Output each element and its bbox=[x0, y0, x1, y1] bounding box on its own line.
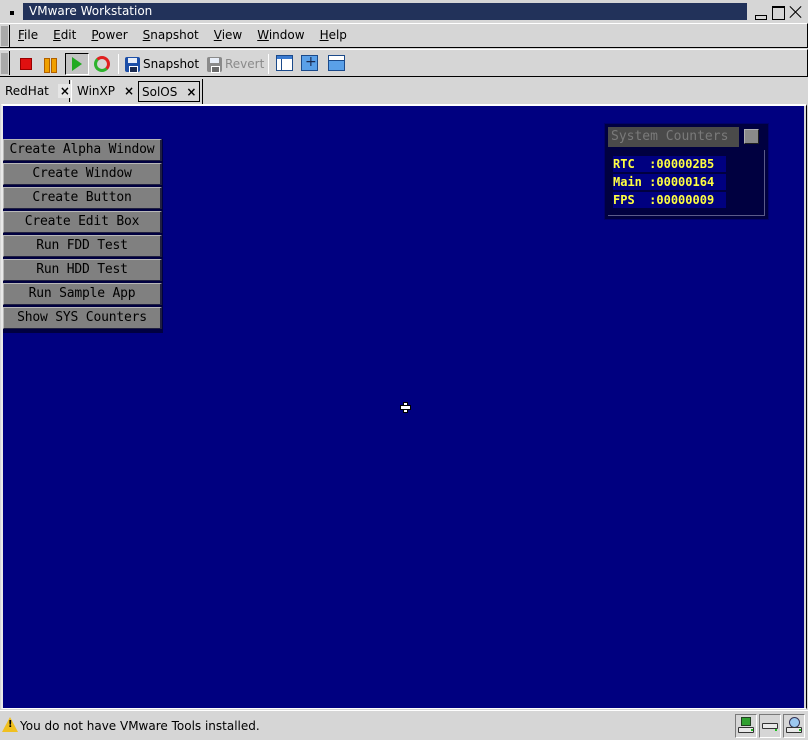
power-on-button[interactable] bbox=[65, 53, 89, 75]
menu-help[interactable]: Help bbox=[320, 28, 347, 43]
menubar-grip-handle[interactable] bbox=[1, 26, 8, 46]
system-counters-window: System Counters RTC :000002B5 Main :0000… bbox=[604, 123, 769, 220]
menu-power[interactable]: Power bbox=[91, 28, 127, 43]
revert-button[interactable]: Revert bbox=[207, 53, 264, 75]
tab-redhat[interactable]: RedHat × bbox=[0, 80, 72, 102]
counter-row-rtc: RTC :000002B5 bbox=[613, 156, 726, 172]
create-edit-box-button[interactable]: Create Edit Box bbox=[3, 211, 162, 233]
close-icon[interactable] bbox=[788, 4, 804, 20]
snapshot-button[interactable]: Snapshot bbox=[125, 53, 199, 75]
title-bar: VMware Workstation bbox=[0, 0, 808, 23]
counter-row-fps: FPS :00000009 bbox=[613, 192, 726, 208]
toolbar: Snapshot Revert bbox=[0, 49, 808, 77]
status-bar: You do not have VMware Tools installed. bbox=[0, 710, 808, 740]
play-icon bbox=[72, 57, 82, 71]
toolbar-separator bbox=[268, 54, 269, 74]
create-alpha-window-button[interactable]: Create Alpha Window bbox=[3, 139, 162, 161]
tab-close-icon[interactable]: × bbox=[124, 84, 134, 98]
create-button-button[interactable]: Create Button bbox=[3, 187, 162, 209]
window-menu-icon[interactable] bbox=[10, 11, 14, 15]
vm-guest-screen[interactable]: Create Alpha Window Create Window Create… bbox=[3, 106, 804, 708]
tab-label: RedHat bbox=[5, 84, 49, 98]
sidebar-icon[interactable] bbox=[276, 55, 293, 71]
run-sample-app-button[interactable]: Run Sample App bbox=[3, 283, 162, 305]
hard-disk-icon[interactable] bbox=[759, 714, 781, 738]
menu-file[interactable]: File bbox=[18, 28, 38, 43]
cdrom-drive-icon[interactable] bbox=[783, 714, 805, 738]
menu-snapshot[interactable]: Snapshot bbox=[143, 28, 199, 43]
menu-bar: File Edit Power Snapshot View Window Hel… bbox=[0, 23, 808, 48]
menu-window[interactable]: Window bbox=[257, 28, 304, 43]
quick-switch-icon[interactable] bbox=[328, 55, 345, 71]
tab-solos[interactable]: SolOS × bbox=[138, 79, 203, 104]
tab-close-icon[interactable]: × bbox=[186, 85, 196, 99]
show-sys-counters-button[interactable]: Show SYS Counters bbox=[3, 307, 162, 329]
pause-icon bbox=[44, 57, 57, 73]
counter-row-main: Main :00000164 bbox=[613, 174, 726, 190]
reset-button[interactable] bbox=[94, 53, 112, 75]
tab-label: WinXP bbox=[77, 84, 115, 98]
snapshot-icon bbox=[125, 56, 140, 73]
tab-label: SolOS bbox=[142, 84, 178, 99]
fullscreen-icon[interactable] bbox=[301, 54, 318, 71]
create-window-button[interactable]: Create Window bbox=[3, 163, 162, 185]
menubar-divider bbox=[9, 25, 10, 47]
counters-body: RTC :000002B5 Main :00000164 FPS :000000… bbox=[608, 150, 765, 216]
window-title: VMware Workstation bbox=[29, 4, 153, 18]
vm-tab-bar: RedHat × WinXP × SolOS × bbox=[0, 78, 808, 104]
floppy-drive-icon[interactable] bbox=[735, 714, 757, 738]
warning-icon bbox=[2, 717, 18, 732]
maximize-icon[interactable] bbox=[770, 4, 786, 20]
reset-icon bbox=[94, 56, 110, 72]
counters-title[interactable]: System Counters bbox=[608, 127, 739, 147]
guest-menu: Create Alpha Window Create Window Create… bbox=[3, 139, 163, 333]
minimize-icon[interactable] bbox=[752, 4, 768, 20]
stop-icon bbox=[20, 58, 32, 70]
menu-edit[interactable]: Edit bbox=[53, 28, 76, 43]
tab-close-icon[interactable]: × bbox=[57, 84, 72, 98]
counters-close-button[interactable] bbox=[744, 129, 759, 144]
suspend-button[interactable] bbox=[42, 53, 58, 75]
status-message: You do not have VMware Tools installed. bbox=[20, 719, 260, 733]
run-hdd-test-button[interactable]: Run HDD Test bbox=[3, 259, 162, 281]
tab-winxp[interactable]: WinXP × bbox=[71, 80, 137, 102]
toolbar-separator bbox=[118, 54, 119, 74]
mouse-cursor-icon bbox=[400, 402, 411, 413]
menu-items: File Edit Power Snapshot View Window Hel… bbox=[18, 28, 362, 43]
revert-icon bbox=[207, 56, 222, 73]
run-fdd-test-button[interactable]: Run FDD Test bbox=[3, 235, 162, 257]
power-off-button[interactable] bbox=[18, 53, 34, 75]
toolbar-divider bbox=[9, 51, 10, 75]
menu-view[interactable]: View bbox=[214, 28, 242, 43]
toolbar-grip-handle[interactable] bbox=[1, 53, 8, 74]
